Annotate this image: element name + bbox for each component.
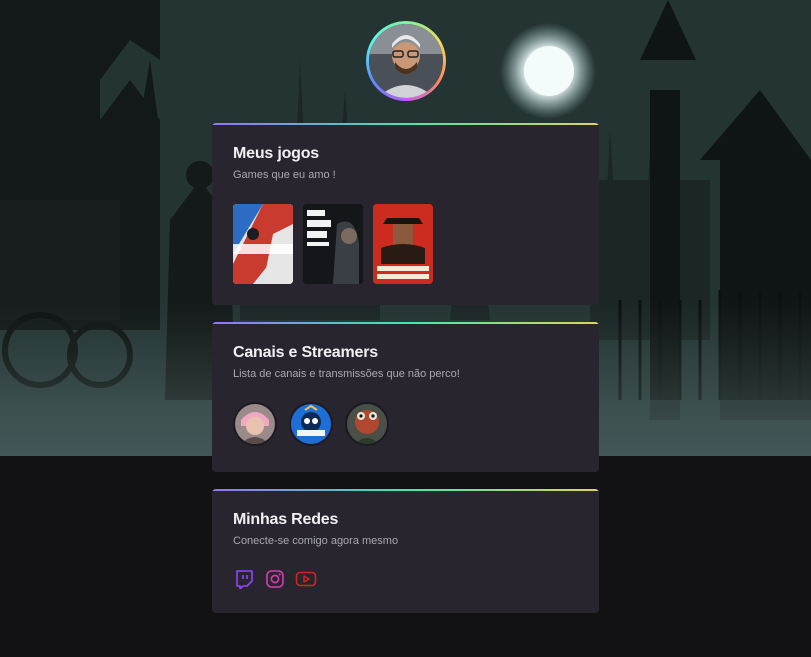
twitch-link[interactable] bbox=[233, 568, 255, 590]
streamer-2-avatar-icon bbox=[291, 404, 331, 444]
socials-subtitle: Conecte-se comigo agora mesmo bbox=[233, 535, 399, 547]
streamers-card: Canais e Streamers Lista de canais e tra… bbox=[212, 322, 599, 472]
profile-avatar bbox=[366, 21, 446, 101]
game-the-last-of-us-part-ii[interactable] bbox=[303, 204, 363, 284]
rainbow-six-siege-cover-icon bbox=[233, 204, 293, 284]
games-list bbox=[233, 204, 578, 284]
red-dead-redemption-ii-cover-icon bbox=[373, 204, 433, 284]
game-rainbow-six-siege[interactable] bbox=[233, 204, 293, 284]
streamers-subtitle: Lista de canais e transmissões que não p… bbox=[233, 368, 460, 380]
twitch-icon bbox=[236, 570, 253, 589]
profile-avatar-photo bbox=[369, 24, 443, 98]
streamer-avatar-1[interactable] bbox=[233, 402, 277, 446]
streamer-avatar-2[interactable] bbox=[289, 402, 333, 446]
streamer-1-avatar-icon bbox=[235, 404, 275, 444]
instagram-link[interactable] bbox=[264, 568, 286, 590]
streamers-title: Canais e Streamers bbox=[233, 344, 378, 361]
socials-list bbox=[233, 568, 578, 590]
game-red-dead-redemption-ii[interactable] bbox=[373, 204, 433, 284]
socials-card: Minhas Redes Conecte-se comigo agora mes… bbox=[212, 489, 599, 613]
streamer-avatar-3[interactable] bbox=[345, 402, 389, 446]
games-card: Meus jogos Games que eu amo ! bbox=[212, 123, 599, 305]
youtube-icon bbox=[295, 571, 317, 587]
instagram-icon bbox=[266, 570, 284, 588]
youtube-link[interactable] bbox=[295, 568, 317, 590]
games-title: Meus jogos bbox=[233, 145, 320, 162]
games-subtitle: Games que eu amo ! bbox=[233, 169, 336, 181]
streamer-3-avatar-icon bbox=[347, 404, 387, 444]
the-last-of-us-part-ii-cover-icon bbox=[303, 204, 363, 284]
socials-title: Minhas Redes bbox=[233, 511, 339, 528]
streamers-list bbox=[233, 402, 578, 446]
page: Meus jogos Games que eu amo ! Canais e S… bbox=[0, 0, 811, 657]
